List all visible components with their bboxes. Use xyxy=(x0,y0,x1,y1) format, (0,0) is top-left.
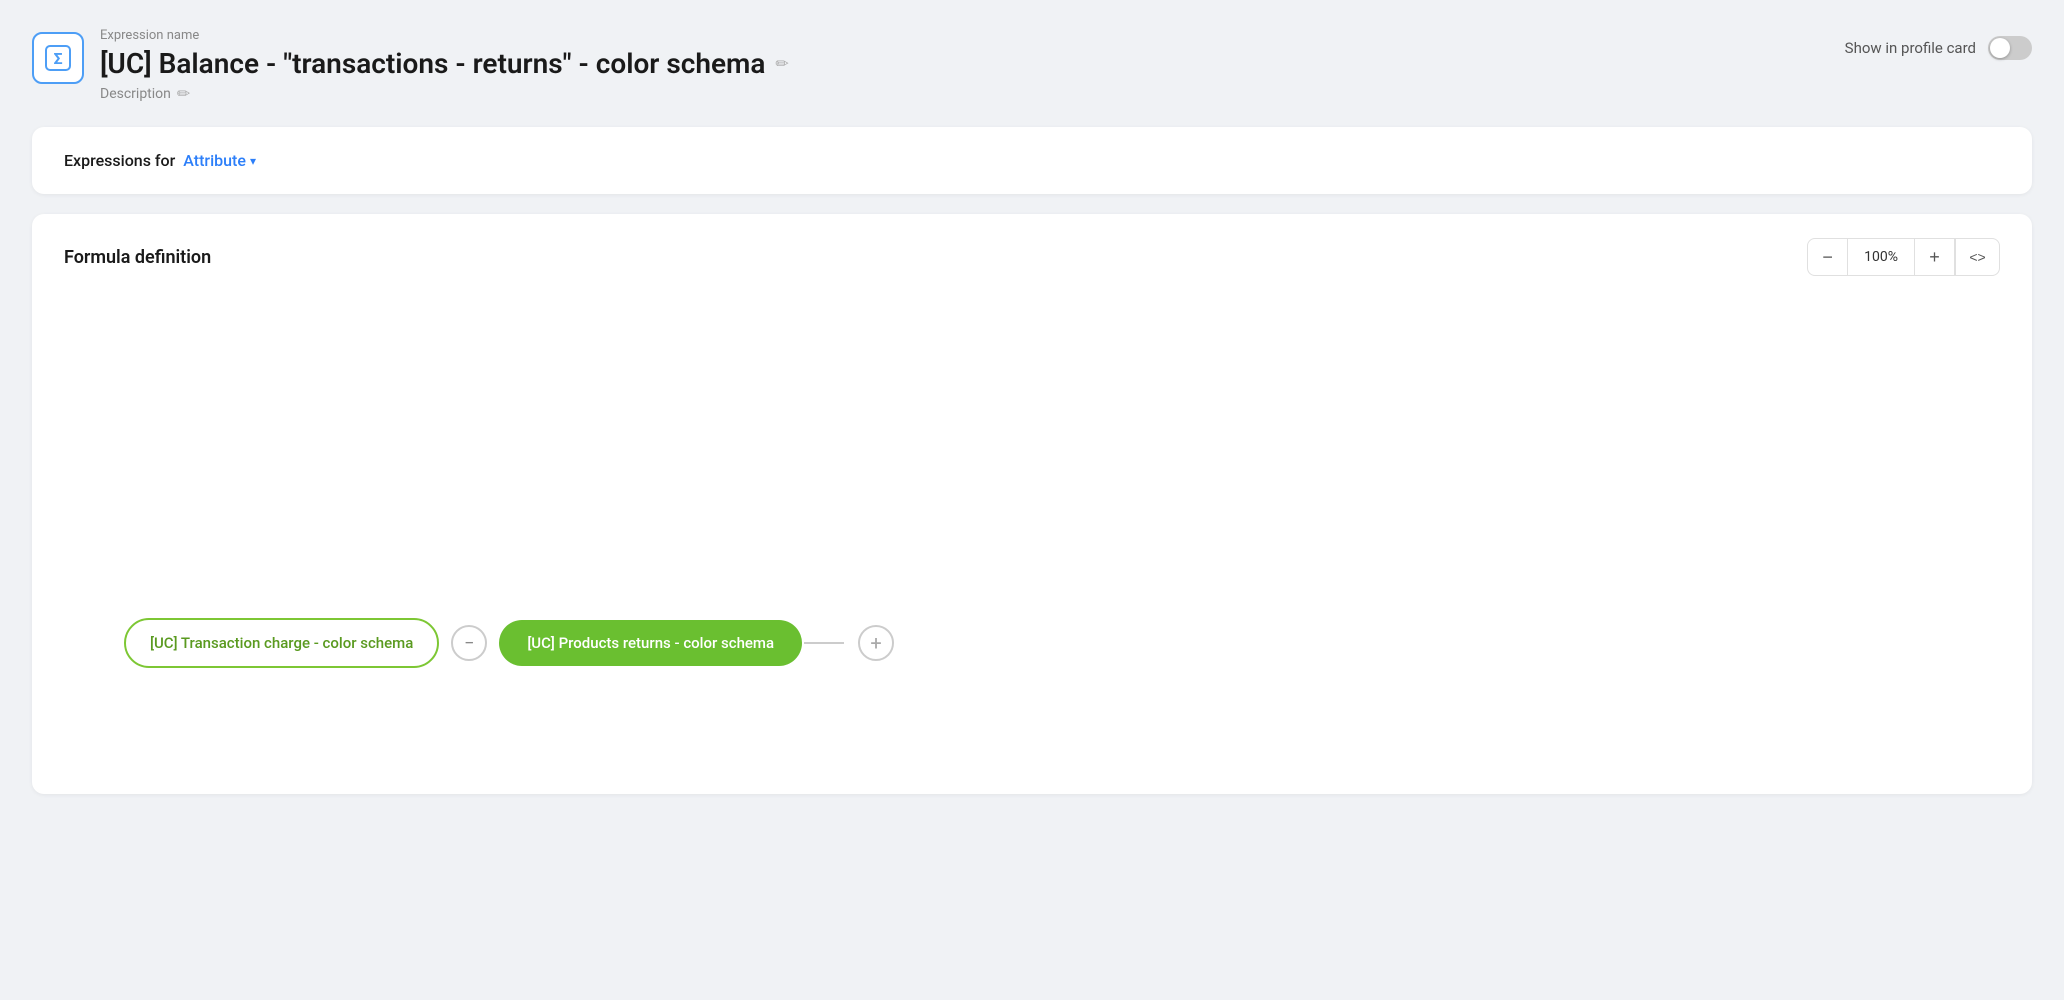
zoom-controls: − 100% + <> xyxy=(1807,238,2000,276)
expressions-for-row: Expressions for Attribute ▾ xyxy=(64,151,2000,170)
expression-icon: Σ xyxy=(32,32,84,84)
profile-card-toggle-container: Show in profile card xyxy=(1845,36,2032,60)
description-label: Description xyxy=(100,86,171,102)
description-row[interactable]: Description ✏ xyxy=(100,84,789,103)
formula-header: Formula definition − 100% + <> xyxy=(64,238,2000,276)
expression-name-label: Expression name xyxy=(100,28,789,43)
node-transaction-charge[interactable]: [UC] Transaction charge - color schema xyxy=(124,618,439,668)
add-node-button[interactable]: + xyxy=(858,625,894,661)
title-edit-icon[interactable]: ✏ xyxy=(775,54,788,73)
attribute-label: Attribute xyxy=(183,151,246,170)
node-products-returns[interactable]: [UC] Products returns - color schema xyxy=(499,620,802,666)
chevron-down-icon: ▾ xyxy=(250,154,256,168)
description-edit-icon[interactable]: ✏ xyxy=(177,84,190,103)
connector-line xyxy=(804,642,844,644)
show-in-profile-card-toggle[interactable] xyxy=(1988,36,2032,60)
header-text: Expression name [UC] Balance - "transact… xyxy=(100,28,789,103)
zoom-minus-button[interactable]: − xyxy=(1808,239,1848,275)
zoom-plus-button[interactable]: + xyxy=(1915,239,1955,275)
formula-canvas: [UC] Transaction charge - color schema −… xyxy=(64,308,2000,728)
zoom-value: 100% xyxy=(1848,239,1915,275)
attribute-dropdown[interactable]: Attribute ▾ xyxy=(183,151,256,170)
expressions-for-label: Expressions for xyxy=(64,151,175,170)
svg-text:Σ: Σ xyxy=(53,49,62,68)
expression-title: [UC] Balance - "transactions - returns" … xyxy=(100,47,765,80)
formula-definition-card: Formula definition − 100% + <> [UC] Tran… xyxy=(32,214,2032,794)
code-view-button[interactable]: <> xyxy=(1955,239,1999,275)
formula-nodes: [UC] Transaction charge - color schema −… xyxy=(124,618,894,668)
profile-card-label: Show in profile card xyxy=(1845,39,1976,57)
formula-title: Formula definition xyxy=(64,247,211,268)
expressions-for-card: Expressions for Attribute ▾ xyxy=(32,127,2032,194)
operator-minus[interactable]: − xyxy=(451,625,487,661)
